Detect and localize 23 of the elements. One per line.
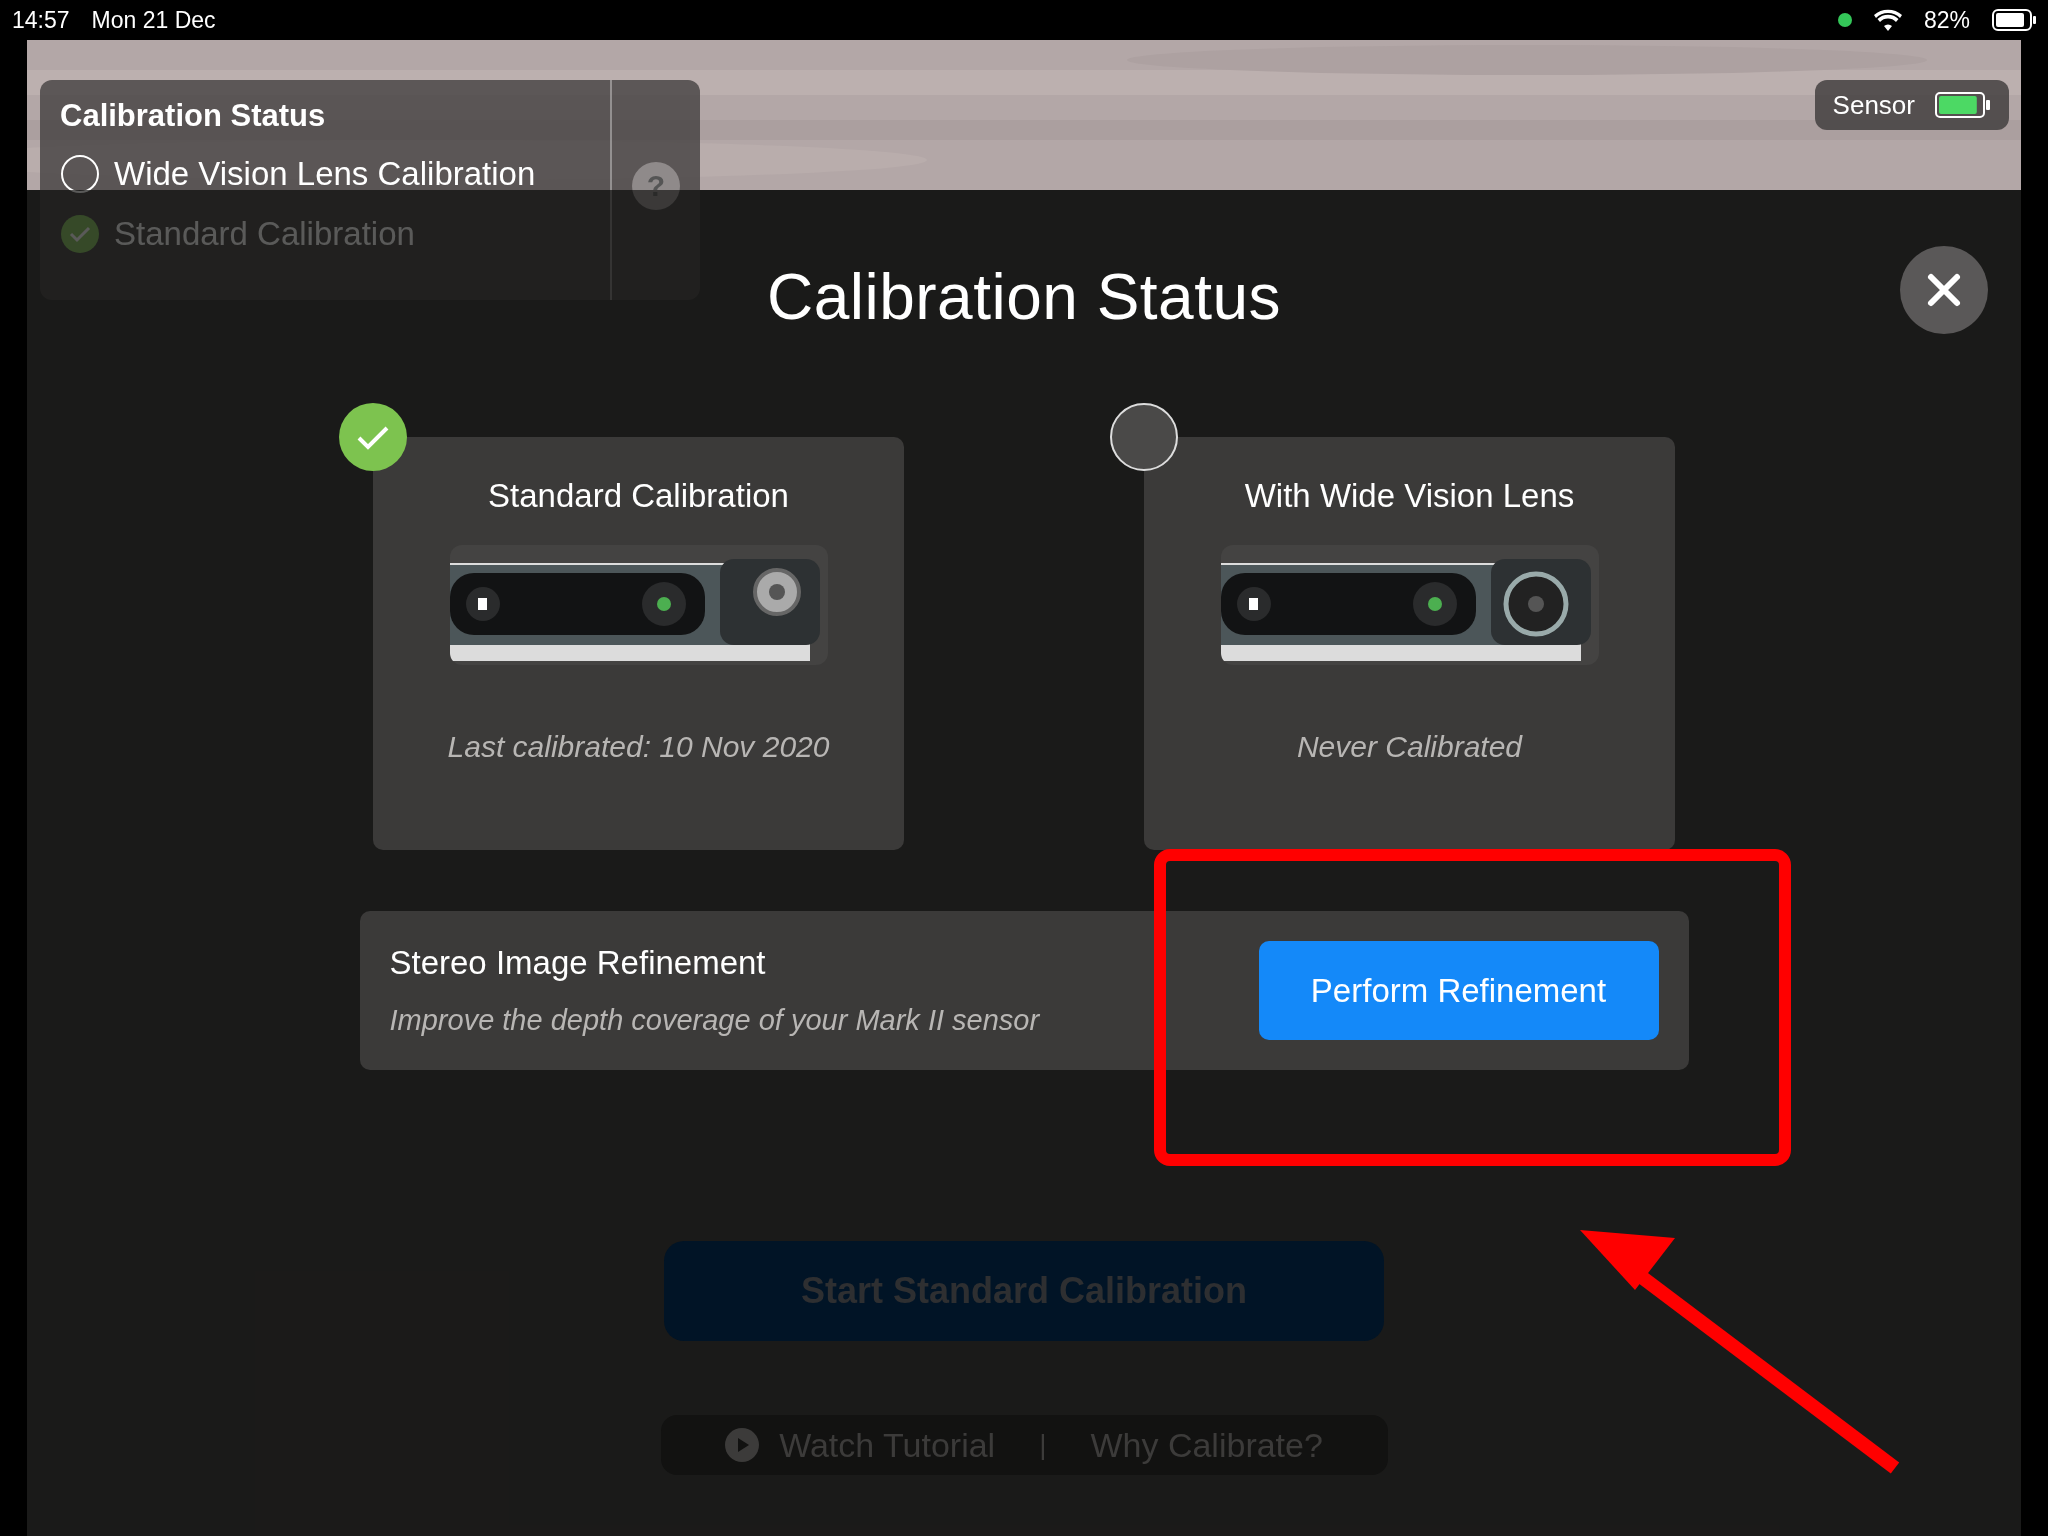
modal-title: Calibration Status: [766, 260, 1282, 334]
battery-icon: [1992, 9, 2036, 31]
card-title: With Wide Vision Lens: [1244, 477, 1575, 515]
calibration-date: Never Calibrated: [1296, 730, 1523, 764]
refinement-description: Improve the depth coverage of your Mark II sensor: [389, 1004, 1041, 1037]
play-icon: [725, 1428, 760, 1462]
separator: |: [1039, 1429, 1047, 1461]
battery-percent: 82%: [1923, 6, 1970, 34]
battery-icon: [1935, 92, 1991, 118]
perform-refinement-button[interactable]: Perform Refinement: [1258, 941, 1659, 1040]
calibration-item[interactable]: Wide Vision Lens Calibration: [114, 155, 536, 193]
close-icon: [1926, 272, 1962, 308]
panel-title: Calibration Status: [60, 98, 327, 134]
dot-icon: [1837, 13, 1852, 27]
status-date: Mon 21 Dec: [91, 6, 216, 34]
status-time: 14:57: [12, 6, 70, 34]
sensor-label: Sensor: [1832, 89, 1915, 121]
card-title: Standard Calibration: [488, 477, 789, 515]
calibration-card[interactable]: With Wide Vision Lens Never Calibrated: [1144, 437, 1675, 850]
refinement-title: Stereo Image Refinement: [389, 944, 767, 982]
wifi-icon: [1873, 9, 1902, 31]
calibration-card[interactable]: Standard Calibration Last calibrated: 10 Nov 2020: [373, 437, 904, 850]
calibration-date: Last calibrated: 10 Nov 2020: [447, 730, 830, 764]
